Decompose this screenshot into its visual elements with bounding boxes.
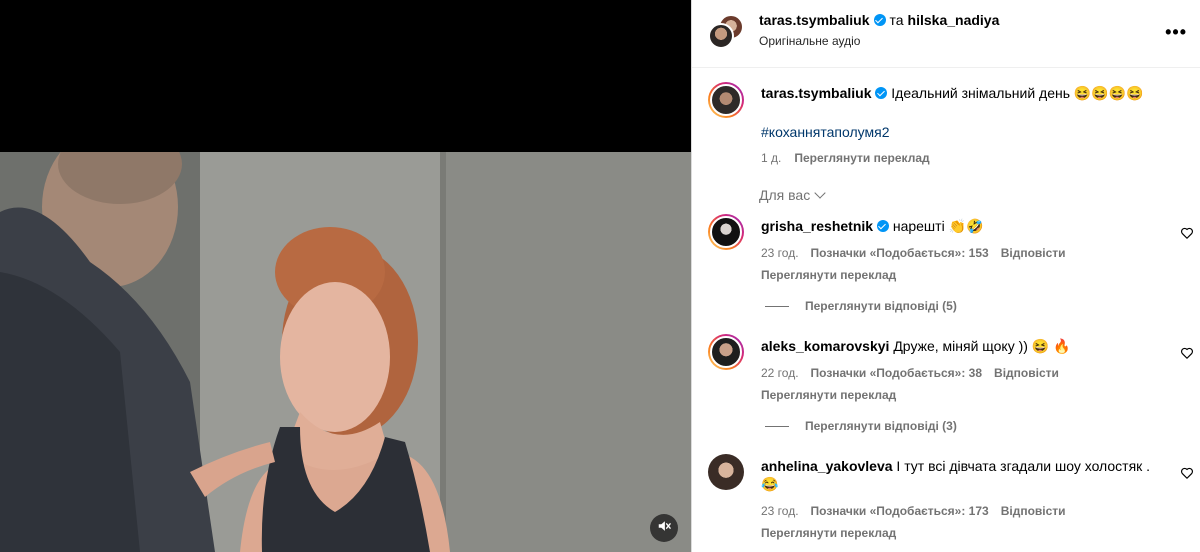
heart-outline-icon[interactable] [1180, 226, 1194, 240]
see-translation-link[interactable]: Переглянути переклад [761, 386, 1151, 404]
more-horizontal-icon: ••• [1165, 22, 1187, 42]
comment-likes[interactable]: Позначки «Подобається»: 38 [811, 364, 982, 382]
author-line: taras.tsymbaliuk та hilska_nadiya [759, 12, 999, 28]
comment-body: anhelina_yakovleva І тут всі дівчата зга… [761, 457, 1151, 542]
comment-username[interactable]: aleks_komarovskyi [761, 338, 889, 354]
avatar[interactable] [708, 454, 744, 490]
see-translation-link[interactable]: Переглянути переклад [761, 524, 1151, 542]
comment-meta: 23 год. Позначки «Подобається»: 153 Відп… [761, 244, 1151, 262]
sort-label: Для вас [759, 187, 811, 203]
heart-outline-icon[interactable] [1180, 346, 1194, 360]
comment-meta: 22 год. Позначки «Подобається»: 38 Відпо… [761, 364, 1151, 382]
view-replies-label: Переглянути відповіді (5) [805, 299, 957, 313]
mute-toggle-button[interactable] [650, 514, 678, 542]
comment-text: Друже, міняй щоку )) 😆 🔥 [893, 338, 1071, 354]
caption-meta: 1 д. Переглянути переклад [761, 149, 1181, 167]
heart-outline-icon[interactable] [1180, 466, 1194, 480]
hashtag-link[interactable]: #коханнятаполумя2 [761, 123, 1181, 141]
post-panel: taras.tsymbaliuk та hilska_nadiya Оригін… [691, 0, 1200, 552]
speaker-muted-icon [657, 519, 671, 538]
comment-time[interactable]: 23 год. [761, 244, 799, 262]
caption-time[interactable]: 1 д. [761, 149, 781, 167]
verified-badge-icon [875, 87, 888, 99]
comment-time[interactable]: 22 год. [761, 364, 799, 382]
comment-likes[interactable]: Позначки «Подобається»: 173 [811, 502, 989, 520]
video-frame[interactable] [0, 152, 691, 552]
coauthor-username[interactable]: hilska_nadiya [908, 12, 1000, 28]
avatar[interactable] [708, 23, 734, 49]
video-player[interactable] [0, 0, 691, 552]
see-translation-link[interactable]: Переглянути переклад [794, 149, 929, 167]
view-replies-button[interactable]: Переглянути відповіді (5) [765, 299, 957, 313]
comment-meta: 23 год. Позначки «Подобається»: 173 Відп… [761, 502, 1151, 520]
avatar[interactable] [708, 334, 744, 370]
more-options-button[interactable]: ••• [1165, 22, 1187, 43]
comment-likes[interactable]: Позначки «Подобається»: 153 [811, 244, 989, 262]
header-text: taras.tsymbaliuk та hilska_nadiya Оригін… [759, 12, 999, 48]
caption-avatar[interactable] [708, 82, 744, 118]
caption-username[interactable]: taras.tsymbaliuk [761, 85, 872, 101]
verified-badge-icon [873, 14, 886, 26]
chevron-down-icon [814, 187, 826, 199]
comment-username[interactable]: grisha_reshetnik [761, 218, 873, 234]
reply-button[interactable]: Відповісти [994, 364, 1059, 382]
see-translation-link[interactable]: Переглянути переклад [761, 266, 1151, 284]
and-label: та [889, 12, 904, 28]
divider-line [765, 305, 789, 307]
post-header: taras.tsymbaliuk та hilska_nadiya Оригін… [692, 0, 1200, 68]
comment-body: aleks_komarovskyi Друже, міняй щоку )) 😆… [761, 337, 1151, 404]
reply-button[interactable]: Відповісти [1001, 502, 1066, 520]
caption-text: Ідеальний знімальний день 😆😆😆😆 [891, 85, 1144, 101]
verified-badge-icon [876, 220, 889, 232]
author-avatars[interactable] [708, 14, 744, 50]
view-replies-button[interactable]: Переглянути відповіді (3) [765, 419, 957, 433]
comment-text: нарешті 👏🤣 [892, 218, 984, 234]
audio-link[interactable]: Оригінальне аудіо [759, 34, 999, 48]
divider-line [765, 425, 789, 427]
author-username[interactable]: taras.tsymbaliuk [759, 12, 870, 28]
caption-body: taras.tsymbaliuk Ідеальний знімальний де… [761, 84, 1181, 167]
comment-username[interactable]: anhelina_yakovleva [761, 458, 893, 474]
comment-sort-dropdown[interactable]: Для вас [759, 187, 826, 203]
view-replies-label: Переглянути відповіді (3) [805, 419, 957, 433]
reply-button[interactable]: Відповісти [1001, 244, 1066, 262]
avatar[interactable] [708, 214, 744, 250]
comment-time[interactable]: 23 год. [761, 502, 799, 520]
comment-body: grisha_reshetnik нарешті 👏🤣 23 год. Позн… [761, 217, 1151, 284]
video-still [0, 152, 691, 552]
